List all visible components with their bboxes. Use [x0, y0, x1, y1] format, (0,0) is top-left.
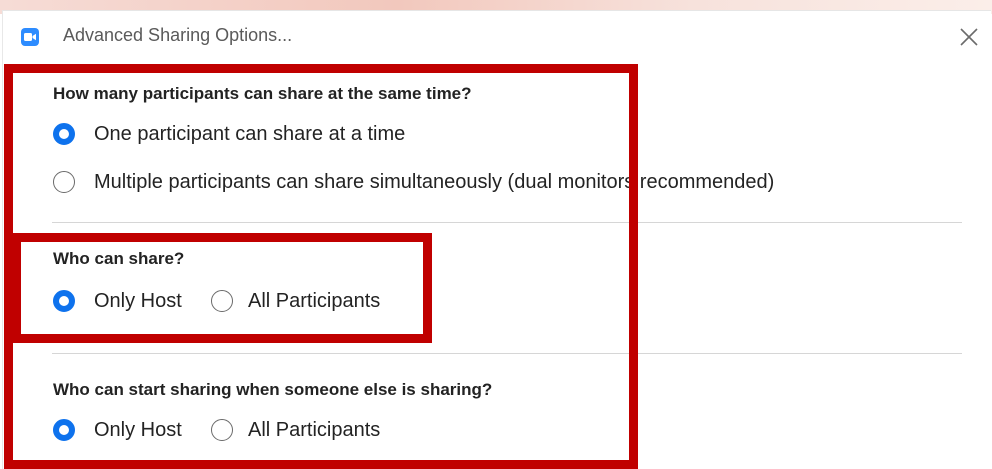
radio-share-only-host[interactable]: Only Host [53, 287, 182, 315]
section-heading-start-sharing: Who can start sharing when someone else … [53, 380, 493, 399]
window-title: Advanced Sharing Options... [63, 25, 293, 45]
option-label: Only Host [94, 418, 182, 441]
radio-button-selected[interactable] [53, 290, 75, 312]
close-icon[interactable] [955, 23, 983, 51]
radio-button-selected[interactable] [53, 123, 75, 145]
advanced-sharing-dialog: Advanced Sharing Options... [2, 10, 991, 469]
radio-start-all-participants[interactable]: All Participants [211, 416, 380, 444]
radio-share-all-participants[interactable]: All Participants [211, 287, 380, 315]
section-heading-share-count: How many participants can share at the s… [53, 84, 472, 103]
section-divider [52, 353, 962, 354]
section-divider [52, 222, 962, 223]
option-label: One participant can share at a time [94, 122, 406, 145]
page: Advanced Sharing Options... How many par… [0, 0, 992, 469]
title-bar: Advanced Sharing Options... [3, 11, 991, 59]
radio-multiple-participants[interactable]: Multiple participants can share simultan… [53, 168, 774, 196]
option-label: All Participants [248, 418, 381, 441]
option-label: All Participants [248, 289, 381, 312]
option-label: Only Host [94, 289, 182, 312]
option-label: Multiple participants can share simultan… [94, 170, 775, 193]
section-heading-who-can-share: Who can share? [53, 249, 185, 268]
radio-start-only-host[interactable]: Only Host [53, 416, 182, 444]
radio-button-unselected[interactable] [211, 419, 233, 441]
radio-button-selected[interactable] [53, 419, 75, 441]
radio-button-unselected[interactable] [53, 171, 75, 193]
radio-button-unselected[interactable] [211, 290, 233, 312]
zoom-video-icon [21, 28, 39, 46]
radio-one-participant[interactable]: One participant can share at a time [53, 120, 405, 148]
